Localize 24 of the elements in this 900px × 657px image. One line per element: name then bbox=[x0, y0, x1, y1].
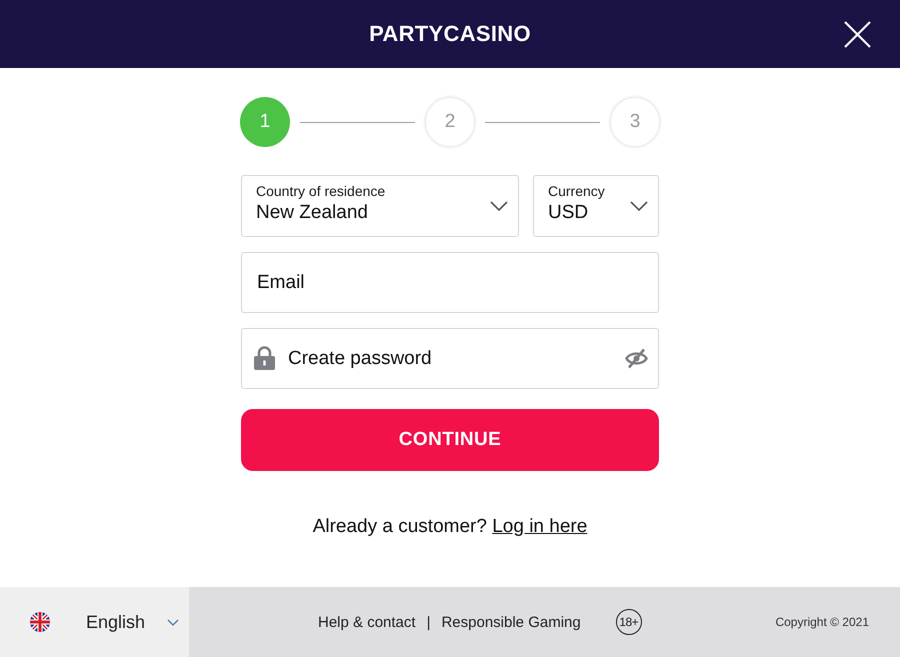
chevron-down-icon bbox=[167, 618, 179, 626]
chevron-down-icon bbox=[490, 201, 508, 211]
age-limit-badge: 18+ bbox=[616, 609, 642, 635]
eye-slash-icon[interactable] bbox=[625, 348, 648, 369]
copyright-text: Copyright © 2021 bbox=[775, 615, 869, 629]
chevron-down-icon bbox=[630, 201, 648, 211]
login-prompt: Already a customer? Log in here bbox=[312, 516, 588, 538]
step-indicator: 3 bbox=[610, 97, 660, 147]
step-indicator: 1 bbox=[240, 97, 290, 147]
language-select[interactable]: English bbox=[0, 587, 189, 657]
footer-link[interactable]: Responsible Gaming bbox=[441, 614, 581, 630]
lock-icon bbox=[254, 346, 275, 370]
continue-button[interactable]: CONTINUE bbox=[241, 409, 659, 471]
dropdown-field[interactable]: Currency USD bbox=[533, 175, 659, 237]
password-field[interactable]: Create password bbox=[241, 328, 659, 389]
dropdown-field[interactable]: Country of residence New Zealand bbox=[241, 175, 519, 237]
step-indicator: 2 bbox=[425, 97, 475, 147]
link-separator: | bbox=[426, 614, 430, 630]
email-field[interactable]: Email bbox=[241, 252, 659, 313]
close-icon[interactable] bbox=[844, 21, 871, 48]
login-link[interactable]: Log in here bbox=[492, 516, 588, 537]
logo-text: PARTYCASINO bbox=[369, 21, 531, 47]
flag-icon bbox=[30, 612, 50, 632]
footer-link[interactable]: Help & contact bbox=[318, 614, 416, 630]
